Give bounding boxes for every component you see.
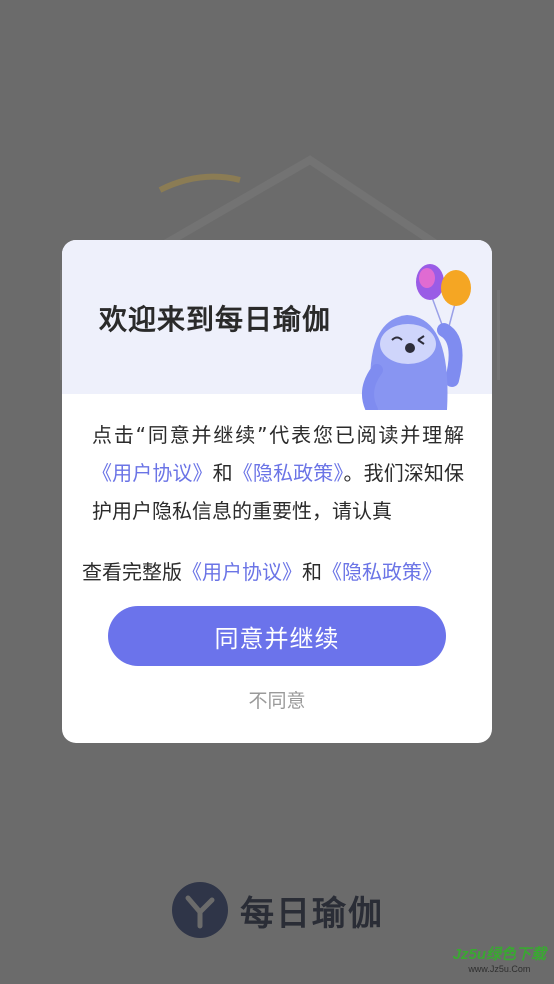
dialog-title: 欢迎来到每日瑜伽 — [99, 303, 332, 336]
view-full-label: 查看完整版 — [82, 560, 182, 584]
app-name: 每日瑜伽 — [240, 893, 384, 934]
user-agreement-link[interactable]: 《用户协议》 — [92, 461, 213, 485]
full-privacy-policy-link[interactable]: 《隐私政策》 — [322, 560, 442, 584]
yoga-logo-icon — [172, 882, 228, 938]
privacy-policy-link[interactable]: 《隐私政策》 — [233, 461, 344, 485]
privacy-dialog: 欢迎来到每日瑜伽 点击“同意并继续”代表您已阅读并理解《用户协议》和《隐私政策》… — [62, 240, 492, 743]
agree-continue-button[interactable]: 同意并继续 — [108, 606, 446, 666]
disagree-button[interactable]: 不同意 — [62, 686, 492, 713]
app-logo: 每日瑜伽 — [172, 880, 384, 940]
and-text: 和 — [212, 461, 233, 485]
sloth-mascot-icon — [362, 264, 471, 410]
dialog-header: 欢迎来到每日瑜伽 — [62, 240, 492, 410]
watermark-main: Jz5u绿色下载 — [452, 946, 546, 963]
view-full-line: 查看完整版《用户协议》和《隐私政策》 — [82, 553, 482, 591]
agreement-text: 点击“同意并继续”代表您已阅读并理解《用户协议》和《隐私政策》。我们深知保护用户… — [92, 416, 464, 530]
intro-prefix: 点击“同意并继续”代表您已阅读并理解 — [92, 423, 464, 447]
watermark-sub: www.Jz5u.Com — [468, 964, 531, 974]
watermark: Jz5u绿色下载 www.Jz5u.Com — [453, 943, 546, 974]
and-text-2: 和 — [302, 560, 322, 584]
full-user-agreement-link[interactable]: 《用户协议》 — [182, 560, 302, 584]
